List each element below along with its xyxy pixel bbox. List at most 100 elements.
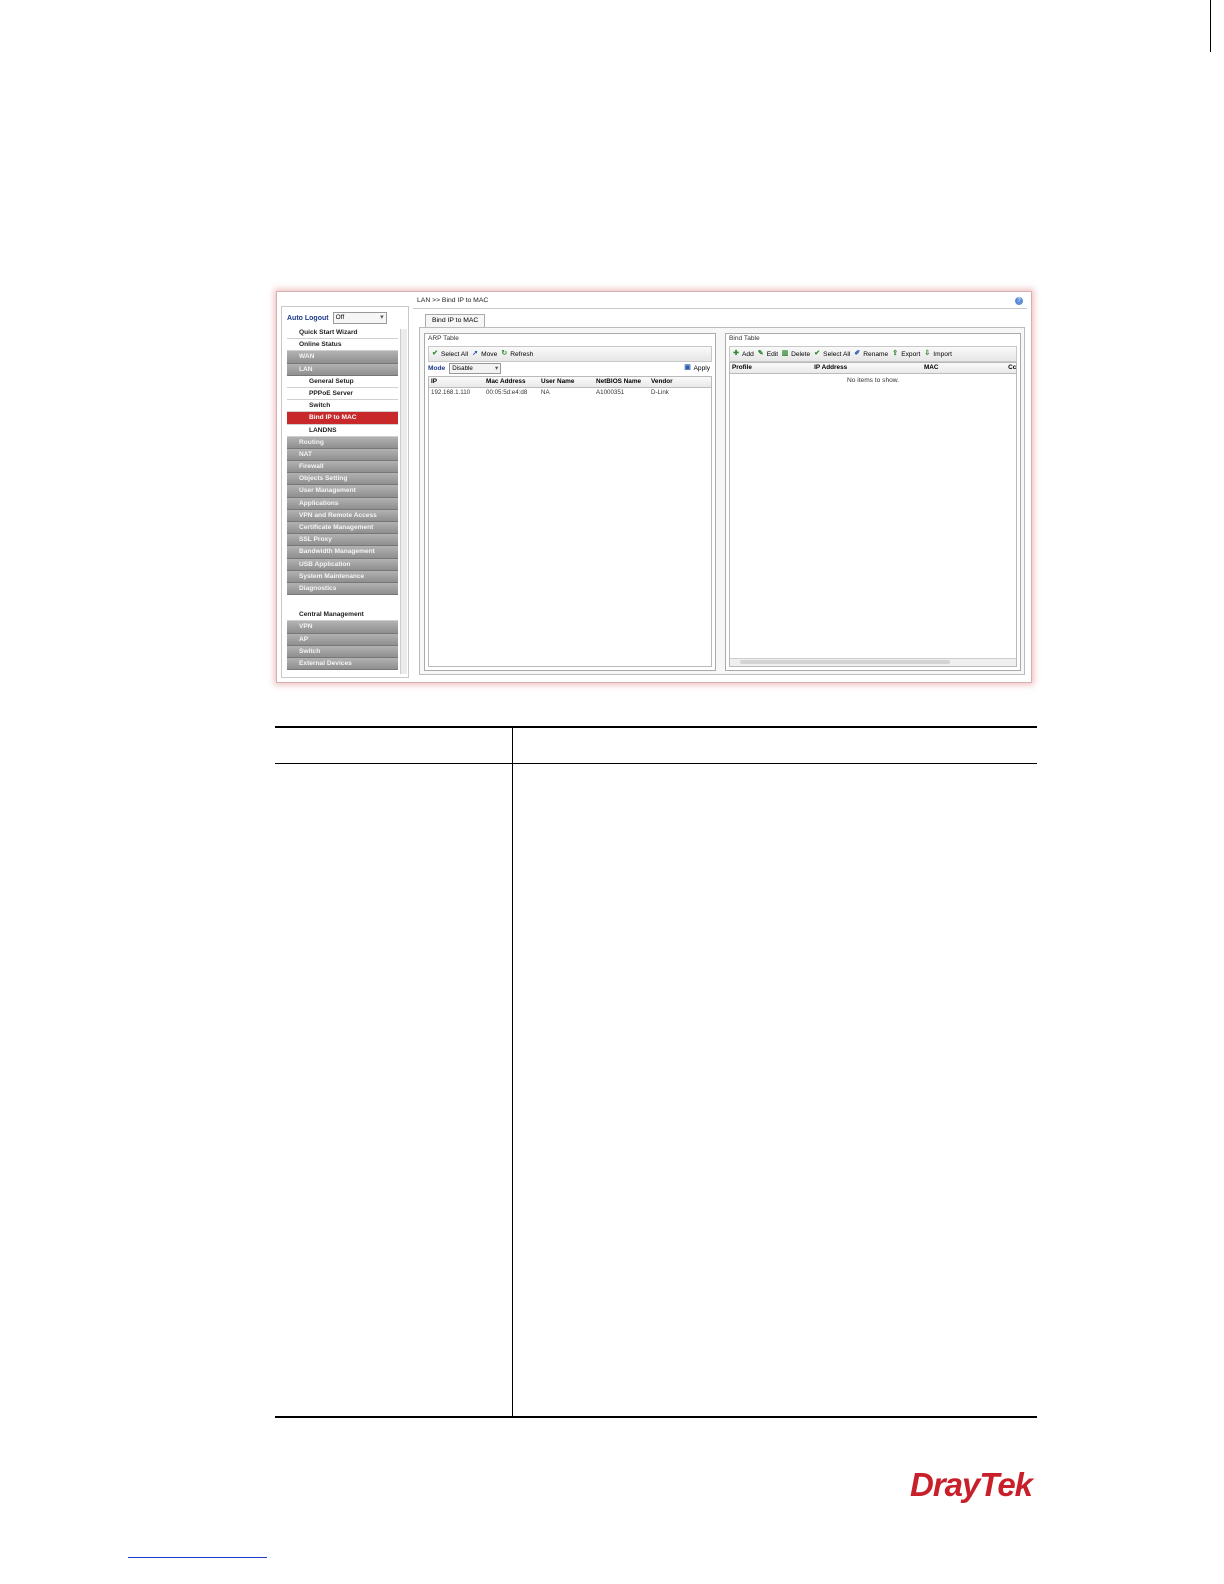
bind-add-label: Add (742, 350, 754, 358)
bind-export-label: Export (901, 350, 921, 358)
table-row[interactable]: 192.168.1.110 00:05:5d:e4:d8 NA A1000351 D-L… (429, 388, 711, 398)
apply-button[interactable]: ▣ Apply (684, 364, 711, 372)
tab-content: ARP Table ✔ Select All ➚ Move ↻ Refresh Mod… (419, 327, 1025, 675)
bind-toolbar: ✚ Add ✎ Edit ▥ Delete ✔ Select All ✐ Rename ⇪… (729, 346, 1017, 362)
sidebar-menu: Quick Start Wizard Online Status WAN LAN Gen… (287, 327, 398, 671)
bind-export-button[interactable]: ⇪ Export (891, 350, 920, 358)
sidebar-item[interactable]: General Setup (287, 375, 398, 388)
sidebar-item[interactable]: AP (287, 633, 398, 646)
arp-toolbar: ✔ Select All ➚ Move ↻ Refresh (428, 346, 712, 362)
auto-logout: Auto Logout Off (287, 312, 387, 324)
bind-grid: Profile IP Address MAC Cc No items to show. (729, 362, 1017, 667)
arp-grid-header: IP Mac Address User Name NetBIOS Name Vendor (429, 377, 711, 388)
sidebar-item[interactable]: Routing (287, 436, 398, 449)
bind-select-all-button[interactable]: ✔ Select All (813, 350, 850, 358)
sidebar-item[interactable]: Switch (287, 400, 398, 413)
mode-label: Mode (428, 364, 446, 372)
table-column-divider (512, 726, 513, 1418)
sidebar-item[interactable]: Objects Setting (287, 473, 398, 486)
sidebar-item[interactable]: SSL Proxy (287, 534, 398, 547)
bind-grid-hscrollbar[interactable] (730, 658, 1016, 666)
arp-table-title: ARP Table (428, 335, 459, 342)
bind-import-button[interactable]: ⇩ Import (923, 350, 952, 358)
sidebar-item[interactable]: VPN (287, 621, 398, 634)
add-icon: ✚ (733, 350, 739, 357)
apply-label: Apply (693, 364, 711, 372)
sidebar-item[interactable]: Firewall (287, 461, 398, 474)
bind-column-header[interactable]: MAC (922, 363, 1006, 373)
sidebar-item[interactable]: NAT (287, 448, 398, 462)
sidebar-item[interactable]: USB Application (287, 558, 398, 571)
breadcrumb-divider (413, 308, 1027, 309)
import-icon: ⇩ (924, 350, 931, 357)
sidebar-item[interactable]: LANDNS (287, 424, 398, 437)
sidebar-item[interactable]: VPN and Remote Access (287, 509, 398, 522)
table-bottom-rule (275, 1416, 1037, 1418)
sidebar-item[interactable]: Quick Start Wizard (287, 327, 398, 340)
hscroll-thumb[interactable] (740, 660, 950, 664)
arp-mode-bar: Mode Disable ▣Apply (428, 362, 712, 374)
export-icon: ⇪ (892, 350, 899, 357)
sidebar-item[interactable]: Bandwidth Management (287, 546, 398, 559)
bind-edit-button[interactable]: ✎ Edit (757, 350, 778, 358)
select-all-icon: ✔ (432, 350, 438, 357)
table-cell: NA (541, 389, 550, 396)
move-icon: ➚ (472, 350, 479, 357)
bind-rename-button[interactable]: ✐ Rename (853, 350, 888, 358)
arp-column-header[interactable]: IP (429, 377, 484, 387)
sidebar-item[interactable]: Bind IP to MAC (287, 412, 398, 425)
arp-column-header[interactable]: Mac Address (484, 377, 539, 387)
draytek-logo: DrayTek (910, 1466, 1033, 1504)
arp-select-all-button[interactable]: ✔ Select All (431, 350, 468, 358)
table-header-rule (275, 763, 1037, 764)
sidebar-item[interactable]: WAN (287, 351, 398, 364)
arp-table-panel: ARP Table ✔ Select All ➚ Move ↻ Refresh Mod… (424, 333, 716, 671)
sidebar-scrollbar[interactable] (400, 329, 407, 674)
arp-column-header[interactable]: NetBIOS Name (594, 377, 649, 387)
sidebar-item[interactable]: External Devices (287, 657, 398, 671)
bind-table-panel: Bind Table ✚ Add ✎ Edit ▥ Delete ✔ Select Al… (725, 333, 1021, 671)
table-cell: 192.168.1.110 (431, 389, 471, 396)
bind-grid-header: Profile IP Address MAC Cc (730, 363, 1016, 374)
bind-column-header[interactable]: Cc (1006, 363, 1016, 373)
bind-import-label: Import (933, 350, 952, 358)
router-ui-screenshot: Auto Logout Off Quick Start WizardOnline… (276, 291, 1032, 683)
tab-bind-ip-to-mac[interactable]: Bind IP to MAC (425, 314, 486, 327)
bind-column-header[interactable]: IP Address (812, 363, 922, 373)
auto-logout-select[interactable]: Off (332, 312, 387, 324)
bind-rename-label: Rename (863, 350, 889, 358)
sidebar-item[interactable]: PPPoE Server (287, 387, 398, 401)
arp-move-button[interactable]: ➚ Move (471, 350, 497, 358)
refresh-icon: ↻ (501, 350, 508, 357)
bind-edit-label: Edit (766, 350, 779, 358)
auto-logout-label: Auto Logout (287, 314, 329, 322)
empty-message: No items to show. (846, 377, 900, 384)
sidebar-item[interactable]: Certificate Management (287, 522, 398, 535)
sidebar-item[interactable]: Online Status (287, 339, 398, 352)
bind-column-header[interactable]: Profile (730, 363, 812, 373)
sidebar-item[interactable]: Diagnostics (287, 582, 398, 596)
sidebar-item[interactable]: System Maintenance (287, 570, 398, 583)
arp-move-label: Move (481, 350, 498, 358)
bind-table-title: Bind Table (729, 335, 760, 342)
sidebar-item[interactable]: Central Management (287, 609, 398, 622)
sidebar-item[interactable]: Switch (287, 645, 398, 658)
arp-refresh-button[interactable]: ↻ Refresh (500, 350, 533, 358)
arp-column-header[interactable]: Vendor (649, 377, 699, 387)
delete-icon: ▥ (781, 350, 789, 357)
arp-column-header[interactable]: User Name (539, 377, 594, 387)
footer-link-underline (128, 1557, 267, 1558)
sidebar-item[interactable]: User Management (287, 485, 398, 498)
main-area: LAN >> Bind IP to MAC ? Bind IP to MAC A… (413, 296, 1027, 678)
sidebar-item[interactable]: Applications (287, 497, 398, 510)
help-icon[interactable]: ? (1015, 297, 1023, 305)
table-cell: D-Link (651, 389, 669, 396)
arp-grid-body: 192.168.1.110 00:05:5d:e4:d8 NA A1000351 D-L… (429, 388, 711, 398)
mode-select[interactable]: Disable (449, 362, 502, 374)
bind-select-all-label: Select All (823, 350, 851, 358)
bind-delete-button[interactable]: ▥ Delete (781, 350, 810, 358)
bind-add-button[interactable]: ✚ Add (732, 350, 754, 358)
edit-icon: ✎ (757, 350, 764, 357)
description-table (275, 726, 1037, 1418)
sidebar-item[interactable]: LAN (287, 363, 398, 376)
